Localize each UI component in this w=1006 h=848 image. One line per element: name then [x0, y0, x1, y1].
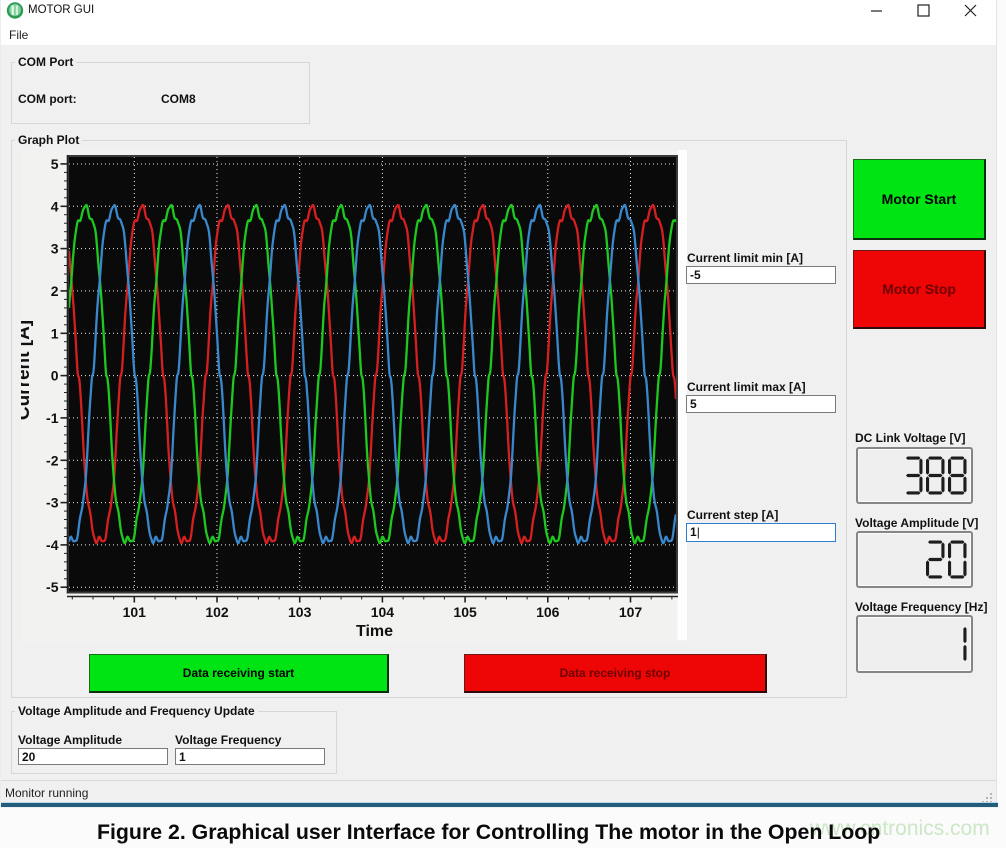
- svg-text:4: 4: [51, 198, 59, 214]
- svg-text:Time: Time: [356, 623, 393, 640]
- svg-text:-2: -2: [46, 452, 59, 468]
- svg-text:-1: -1: [46, 410, 59, 426]
- svg-text:102: 102: [205, 604, 229, 620]
- svg-text:-5: -5: [46, 579, 59, 595]
- svg-text:5: 5: [51, 156, 59, 172]
- svg-text:2: 2: [51, 283, 59, 299]
- svg-text:Current [A]: Current [A]: [21, 320, 34, 420]
- svg-text:104: 104: [371, 604, 395, 620]
- svg-text:107: 107: [619, 604, 643, 620]
- svg-text:106: 106: [536, 604, 560, 620]
- svg-text:-4: -4: [46, 537, 59, 553]
- svg-text:0: 0: [51, 368, 59, 384]
- svg-text:103: 103: [288, 604, 312, 620]
- svg-text:3: 3: [51, 241, 59, 257]
- svg-text:-3: -3: [46, 495, 59, 511]
- svg-text:105: 105: [453, 604, 477, 620]
- svg-text:101: 101: [123, 604, 147, 620]
- svg-text:1: 1: [51, 325, 59, 341]
